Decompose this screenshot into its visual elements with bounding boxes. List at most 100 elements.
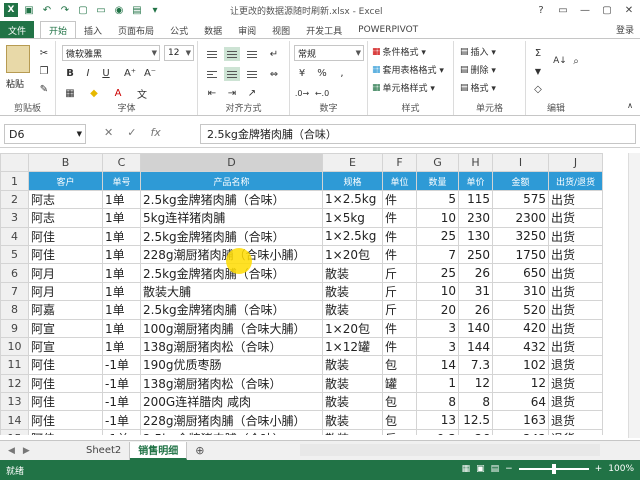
- table-cell[interactable]: 1×12罐: [322, 336, 383, 357]
- table-cell[interactable]: 242: [492, 428, 549, 435]
- copy-icon[interactable]: ❐: [36, 63, 52, 79]
- table-cell[interactable]: 2.5kg金牌猪肉脯（合味）: [140, 226, 323, 246]
- table-cell[interactable]: 26: [458, 263, 493, 283]
- number-format-combo[interactable]: 常规 ▼: [294, 45, 364, 61]
- table-cell[interactable]: 阿月: [28, 263, 103, 283]
- table-cell[interactable]: 散装: [322, 373, 383, 394]
- zoom-out-icon[interactable]: −: [505, 464, 513, 474]
- header-cell[interactable]: 单位: [382, 171, 417, 191]
- ribbon-display-button[interactable]: ▭: [552, 0, 574, 20]
- table-cell[interactable]: 散装: [322, 410, 383, 430]
- table-cell[interactable]: 7: [416, 244, 459, 265]
- table-cell[interactable]: 1单: [102, 189, 141, 210]
- zoom-in-icon[interactable]: +: [595, 464, 603, 474]
- table-cell[interactable]: 罐: [382, 373, 417, 394]
- font-name-combo[interactable]: 微软雅黑 ▼: [62, 45, 160, 61]
- table-cell[interactable]: 1单: [102, 244, 141, 265]
- table-cell[interactable]: 斤: [382, 281, 417, 302]
- table-cell[interactable]: 520: [492, 300, 549, 320]
- table-cell[interactable]: 散装: [322, 281, 383, 302]
- row-header[interactable]: 15: [0, 428, 29, 435]
- table-cell[interactable]: 阿志: [28, 189, 103, 210]
- header-cell[interactable]: 规格: [322, 171, 383, 191]
- fill-icon[interactable]: ▼: [530, 63, 546, 79]
- zoom-level[interactable]: 100%: [608, 464, 634, 474]
- table-cell[interactable]: 件: [382, 208, 417, 228]
- table-cell[interactable]: 阿志: [28, 208, 103, 228]
- align-bottom-icon[interactable]: [244, 47, 260, 61]
- table-cell[interactable]: 138g潮厨猪肉松（合味）: [140, 336, 323, 357]
- decrease-font-icon[interactable]: A⁻: [142, 65, 158, 81]
- new-file-icon[interactable]: ▢: [76, 3, 90, 17]
- table-cell[interactable]: 阿宣: [28, 336, 103, 357]
- table-cell[interactable]: 件: [382, 189, 417, 210]
- table-cell[interactable]: -1单: [102, 373, 141, 394]
- camera-icon[interactable]: ◉: [112, 3, 126, 17]
- increase-indent-icon[interactable]: ⇥: [224, 85, 240, 101]
- table-cell[interactable]: 出货: [548, 300, 603, 320]
- horizontal-scrollbar[interactable]: [300, 444, 600, 456]
- row-header[interactable]: 6: [0, 263, 29, 283]
- table-cell[interactable]: 228g潮厨猪肉脯（合味小脯）: [140, 410, 323, 430]
- customize-qat-icon[interactable]: ▾: [148, 3, 162, 17]
- autosum-icon[interactable]: Σ: [530, 45, 546, 61]
- table-cell[interactable]: 10: [416, 208, 459, 228]
- borders-icon[interactable]: ▦: [62, 85, 78, 101]
- print-icon[interactable]: ▤: [130, 3, 144, 17]
- increase-font-icon[interactable]: A⁺: [122, 65, 138, 81]
- align-top-icon[interactable]: [204, 47, 220, 61]
- table-cell[interactable]: 8: [416, 392, 459, 412]
- decrease-indent-icon[interactable]: ⇤: [204, 85, 220, 101]
- select-all-corner[interactable]: [0, 153, 29, 173]
- increase-decimal-icon[interactable]: .0→: [294, 85, 310, 101]
- paste-button[interactable]: 粘贴: [6, 77, 24, 90]
- table-cell[interactable]: 散装: [322, 392, 383, 412]
- table-cell[interactable]: 14: [416, 355, 459, 375]
- table-cell[interactable]: 散装大脯: [140, 281, 323, 302]
- next-sheet-icon[interactable]: ▶: [23, 446, 30, 456]
- page-layout-view-icon[interactable]: ▣: [476, 464, 485, 474]
- table-cell[interactable]: 退货: [548, 392, 603, 412]
- table-cell[interactable]: 650: [492, 263, 549, 283]
- table-cell[interactable]: 7.3: [458, 355, 493, 375]
- decrease-decimal-icon[interactable]: ←.0: [314, 85, 330, 101]
- tab-insert[interactable]: 插入: [76, 21, 110, 39]
- table-cell[interactable]: 阿佳: [28, 428, 103, 435]
- table-cell[interactable]: 230: [458, 208, 493, 228]
- column-header[interactable]: I: [492, 153, 549, 173]
- zoom-slider-thumb[interactable]: [551, 464, 556, 474]
- table-cell[interactable]: 138g潮厨猪肉松（合味）: [140, 373, 323, 394]
- column-header[interactable]: B: [28, 153, 103, 173]
- row-header[interactable]: 5: [0, 244, 29, 265]
- table-cell[interactable]: 100g潮厨猪肉脯（合味大脯）: [140, 318, 323, 338]
- add-sheet-icon[interactable]: ⊕: [195, 444, 204, 457]
- table-cell[interactable]: 件: [382, 318, 417, 338]
- table-cell[interactable]: 163: [492, 410, 549, 430]
- header-cell[interactable]: 客户: [28, 171, 103, 191]
- table-cell[interactable]: 1750: [492, 244, 549, 265]
- table-cell[interactable]: 3: [416, 318, 459, 338]
- format-as-table-button[interactable]: ▦ 套用表格格式 ▾: [372, 63, 444, 77]
- table-cell[interactable]: 12: [492, 373, 549, 394]
- table-cell[interactable]: 190g优质枣肠: [140, 355, 323, 375]
- minimize-button[interactable]: —: [574, 0, 596, 20]
- sign-in-link[interactable]: 登录: [616, 23, 634, 36]
- table-cell[interactable]: 420: [492, 318, 549, 338]
- italic-button[interactable]: I: [80, 65, 96, 81]
- table-cell[interactable]: 1单: [102, 263, 141, 283]
- tab-data[interactable]: 数据: [196, 21, 230, 39]
- table-cell[interactable]: 200G连祥腊肉 咸肉: [140, 392, 323, 412]
- table-cell[interactable]: 出货: [548, 318, 603, 338]
- row-header[interactable]: 14: [0, 410, 29, 430]
- header-cell[interactable]: 数量: [416, 171, 459, 191]
- tab-review[interactable]: 审阅: [230, 21, 264, 39]
- table-cell[interactable]: 3: [416, 336, 459, 357]
- table-cell[interactable]: 斤: [382, 428, 417, 435]
- header-cell[interactable]: 单价: [458, 171, 493, 191]
- merge-center-icon[interactable]: ⇔: [266, 66, 282, 82]
- table-cell[interactable]: 件: [382, 226, 417, 246]
- table-cell[interactable]: 散装: [322, 355, 383, 375]
- prev-sheet-icon[interactable]: ◀: [8, 446, 15, 456]
- delete-cells-button[interactable]: ▤ 删除 ▾: [460, 63, 496, 77]
- table-cell[interactable]: 出货: [548, 263, 603, 283]
